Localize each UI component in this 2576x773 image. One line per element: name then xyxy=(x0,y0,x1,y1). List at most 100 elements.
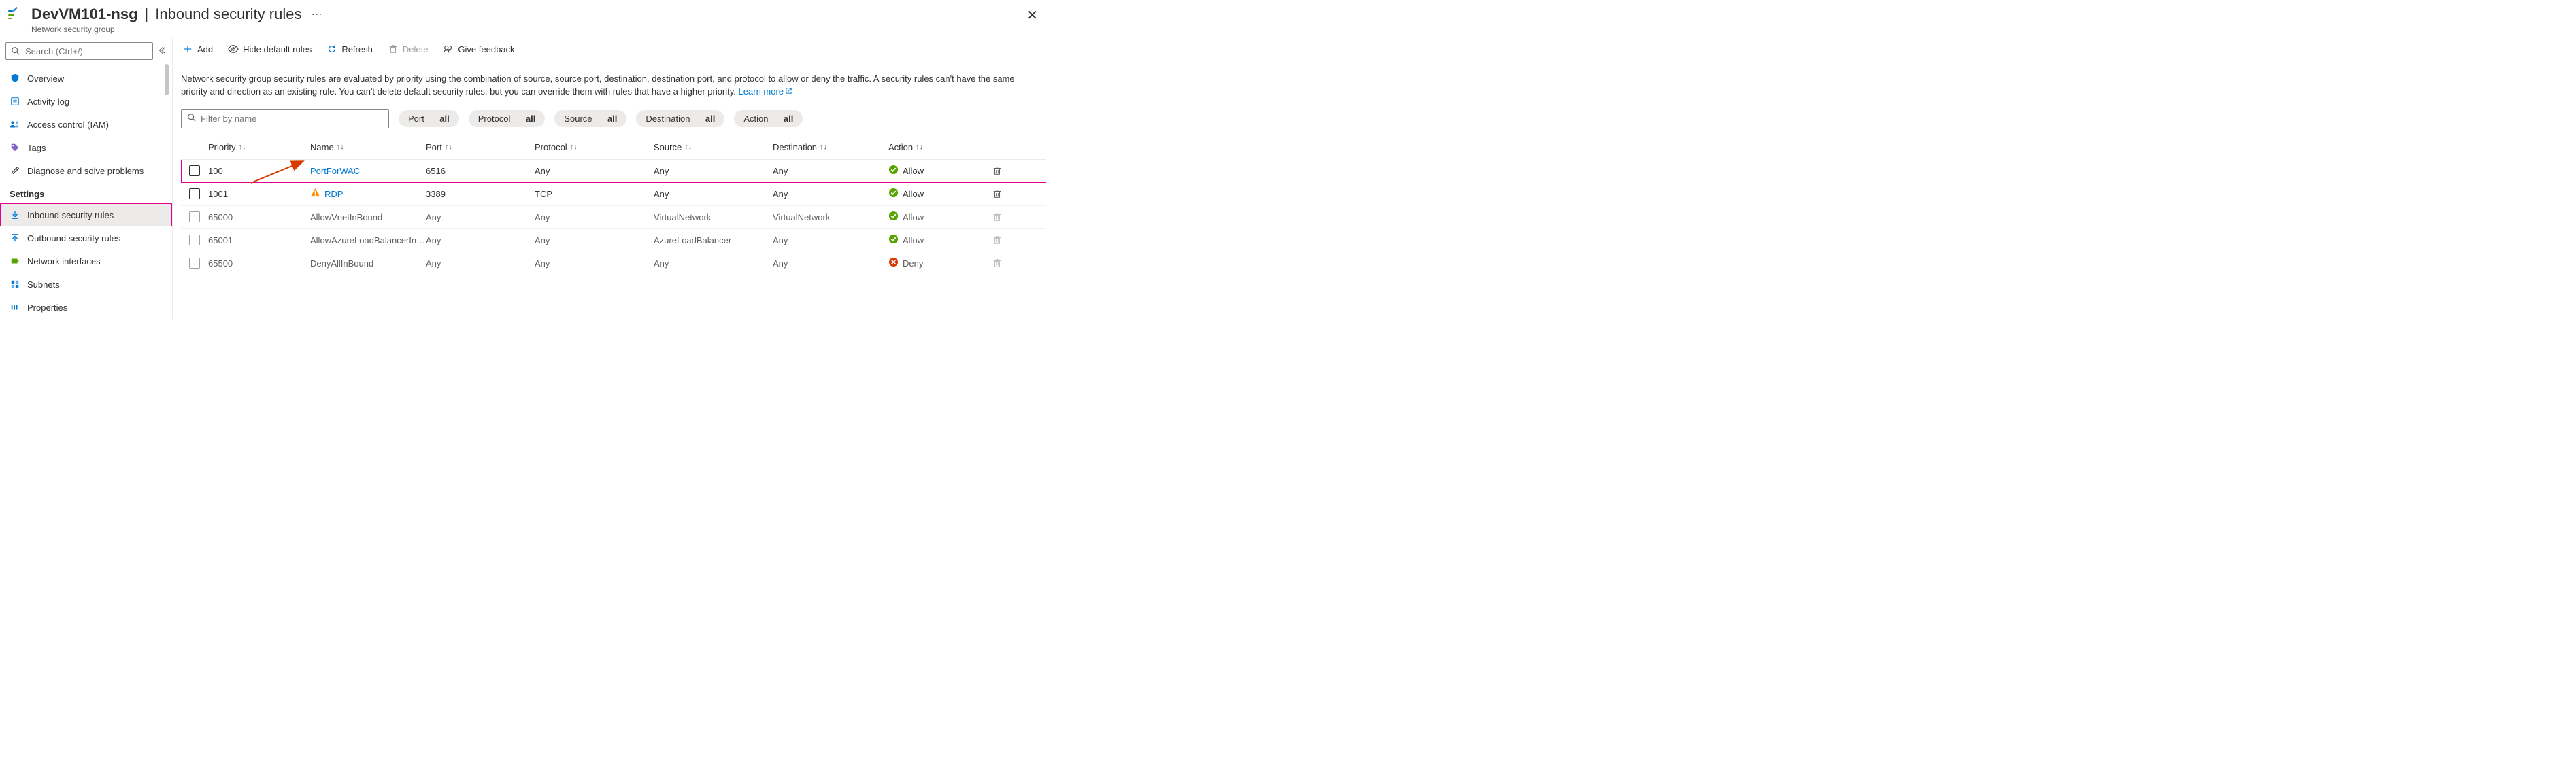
column-header-destination[interactable]: Destination↑↓ xyxy=(773,142,888,152)
warning-icon xyxy=(310,188,320,200)
row-checkbox[interactable] xyxy=(189,165,200,176)
cell-destination: VirtualNetwork xyxy=(773,212,888,222)
cell-action: Allow xyxy=(888,188,984,200)
sidebar-item-overview[interactable]: Overview xyxy=(0,67,172,90)
cell-protocol: Any xyxy=(535,258,654,269)
column-header-protocol[interactable]: Protocol↑↓ xyxy=(535,142,654,152)
sidebar-item-properties[interactable]: Properties xyxy=(0,296,172,319)
cell-source: Any xyxy=(654,166,773,176)
sidebar-section-settings: Settings xyxy=(0,182,172,203)
table-row[interactable]: 65001AllowAzureLoadBalancerIn…AnyAnyAzur… xyxy=(181,229,1046,252)
people-icon xyxy=(10,119,20,130)
cell-destination: Any xyxy=(773,235,888,245)
row-checkbox[interactable] xyxy=(189,188,200,199)
column-header-source[interactable]: Source↑↓ xyxy=(654,142,773,152)
hide-default-rules-button[interactable]: Hide default rules xyxy=(228,44,312,54)
column-header-action[interactable]: Action↑↓ xyxy=(888,142,984,152)
sidebar-item-label: Subnets xyxy=(27,279,60,290)
cell-priority: 100 xyxy=(208,166,310,176)
sidebar-item-label: Inbound security rules xyxy=(27,210,114,220)
cell-action: Deny xyxy=(888,257,984,269)
delete-row-button[interactable] xyxy=(984,166,1011,175)
cell-port: 3389 xyxy=(426,189,535,199)
sidebar-scrollbar[interactable] xyxy=(165,64,170,319)
learn-more-link[interactable]: Learn more xyxy=(739,86,792,97)
sidebar-item-diagnose[interactable]: Diagnose and solve problems xyxy=(0,159,172,182)
cell-name[interactable]: PortForWAC xyxy=(310,166,426,176)
delete-row-button[interactable] xyxy=(984,189,1011,199)
sort-icon: ↑↓ xyxy=(820,143,827,151)
cell-port: Any xyxy=(426,235,535,245)
allow-icon xyxy=(888,188,899,200)
external-link-icon xyxy=(785,86,792,99)
sidebar-item-activity-log[interactable]: Activity log xyxy=(0,90,172,113)
sidebar-item-label: Properties xyxy=(27,303,67,313)
cell-action: Allow xyxy=(888,234,984,246)
page-title-separator: | xyxy=(145,5,149,23)
sort-icon: ↑↓ xyxy=(916,143,923,151)
search-icon xyxy=(10,46,21,56)
delete-row-button xyxy=(984,235,1011,245)
allow-icon xyxy=(888,211,899,223)
sidebar-item-subnets[interactable]: Subnets xyxy=(0,273,172,296)
table-row[interactable]: 1001RDP3389TCPAnyAnyAllow xyxy=(181,183,1046,206)
refresh-button[interactable]: Refresh xyxy=(327,44,373,54)
feedback-icon xyxy=(443,44,454,54)
cell-port: Any xyxy=(426,258,535,269)
row-checkbox[interactable] xyxy=(189,211,200,222)
cell-source: Any xyxy=(654,189,773,199)
cell-name[interactable]: RDP xyxy=(310,188,426,200)
cell-port: Any xyxy=(426,212,535,222)
sidebar-item-outbound-rules[interactable]: Outbound security rules xyxy=(0,226,172,250)
cell-action: Allow xyxy=(888,165,984,177)
column-header-priority[interactable]: Priority↑↓ xyxy=(208,142,310,152)
more-actions-button[interactable]: ⋯ xyxy=(308,7,324,21)
sort-icon: ↑↓ xyxy=(684,143,692,151)
sort-icon: ↑↓ xyxy=(337,143,344,151)
cell-action: Allow xyxy=(888,211,984,223)
page-title-main: DevVM101-nsg xyxy=(31,5,138,23)
column-header-name[interactable]: Name↑↓ xyxy=(310,142,426,152)
log-icon xyxy=(10,96,20,107)
row-checkbox[interactable] xyxy=(189,235,200,245)
table-row[interactable]: 65500DenyAllInBoundAnyAnyAnyAnyDeny xyxy=(181,252,1046,275)
collapse-sidebar-button[interactable] xyxy=(157,46,167,57)
allow-icon xyxy=(888,165,899,177)
allow-icon xyxy=(888,234,899,246)
sidebar-item-label: Network interfaces xyxy=(27,256,101,267)
cell-priority: 1001 xyxy=(208,189,310,199)
table-row[interactable]: 65000AllowVnetInBoundAnyAnyVirtualNetwor… xyxy=(181,206,1046,229)
cell-destination: Any xyxy=(773,258,888,269)
filter-pill-source[interactable]: Source == all xyxy=(554,110,626,127)
sidebar-item-network-interfaces[interactable]: Network interfaces xyxy=(0,250,172,273)
nsg-icon xyxy=(5,5,24,24)
cell-priority: 65000 xyxy=(208,212,310,222)
column-header-port[interactable]: Port↑↓ xyxy=(426,142,535,152)
delete-row-button xyxy=(984,258,1011,268)
sidebar-search-input[interactable] xyxy=(5,42,153,60)
close-button[interactable]: ✕ xyxy=(1022,5,1042,25)
sidebar-item-label: Outbound security rules xyxy=(27,233,120,243)
refresh-icon xyxy=(327,44,337,54)
filter-pill-destination[interactable]: Destination == all xyxy=(636,110,724,127)
cell-name: AllowVnetInBound xyxy=(310,212,426,222)
table-header: Priority↑↓ Name↑↓ Port↑↓ Protocol↑↓ Sour… xyxy=(181,135,1046,160)
row-checkbox[interactable] xyxy=(189,258,200,269)
cell-source: VirtualNetwork xyxy=(654,212,773,222)
sort-icon: ↑↓ xyxy=(445,143,452,151)
cell-destination: Any xyxy=(773,189,888,199)
sidebar-item-tags[interactable]: Tags xyxy=(0,136,172,159)
nic-icon xyxy=(10,256,20,267)
give-feedback-button[interactable]: Give feedback xyxy=(443,44,514,54)
shield-icon xyxy=(10,73,20,84)
table-row[interactable]: 100PortForWAC6516AnyAnyAnyAllow xyxy=(181,160,1046,183)
deny-icon xyxy=(888,257,899,269)
sidebar-item-label: Diagnose and solve problems xyxy=(27,166,144,176)
sidebar-item-access-control[interactable]: Access control (IAM) xyxy=(0,113,172,136)
filter-by-name-input[interactable] xyxy=(181,109,389,128)
add-button[interactable]: Add xyxy=(182,44,213,54)
filter-pill-protocol[interactable]: Protocol == all xyxy=(469,110,546,127)
filter-pill-action[interactable]: Action == all xyxy=(734,110,803,127)
sidebar-item-inbound-rules[interactable]: Inbound security rules xyxy=(0,203,172,226)
filter-pill-port[interactable]: Port == all xyxy=(399,110,459,127)
